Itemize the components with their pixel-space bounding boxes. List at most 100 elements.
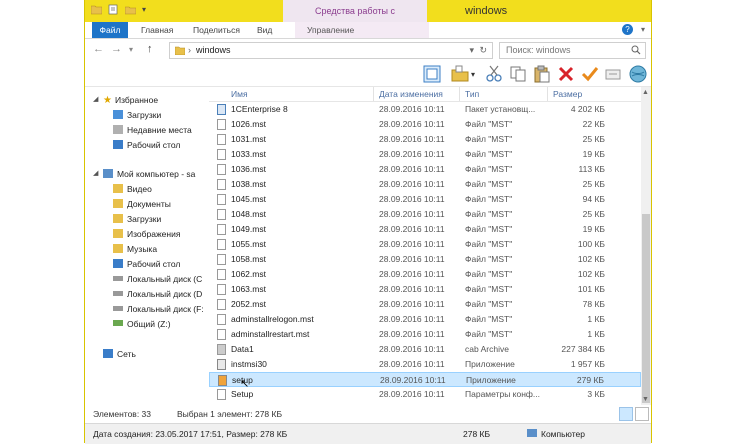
file-date: 28.09.2016 10:11 <box>379 179 445 189</box>
nav-music[interactable]: Музыка <box>113 242 157 256</box>
nav-disk-f[interactable]: Локальный диск (F: <box>113 302 204 316</box>
help-icon[interactable]: ? <box>622 24 633 35</box>
tab-view[interactable]: Вид <box>257 22 272 38</box>
properties-icon[interactable] <box>108 4 119 15</box>
file-row[interactable]: 1031.mst 28.09.2016 10:11 Файл "MST" 25 КБ <box>209 132 641 147</box>
cut-icon[interactable] <box>485 65 503 83</box>
tab-file[interactable]: Файл <box>92 22 128 38</box>
nav-downloads[interactable]: Загрузки <box>113 212 161 226</box>
file-row[interactable]: 1036.mst 28.09.2016 10:11 Файл "MST" 113 КБ <box>209 162 641 177</box>
file-date: 28.09.2016 10:11 <box>379 194 445 204</box>
nav-label: Документы <box>127 199 171 209</box>
scroll-up-icon[interactable]: ▲ <box>642 89 649 96</box>
file-date: 28.09.2016 10:11 <box>379 314 445 324</box>
details-view-button[interactable] <box>619 407 633 421</box>
column-date[interactable]: Дата изменения <box>379 89 443 99</box>
file-icon <box>217 224 226 235</box>
nav-videos[interactable]: Видео <box>113 182 152 196</box>
column-type[interactable]: Тип <box>465 89 479 99</box>
file-name: 2052.mst <box>231 299 266 309</box>
file-size: 1 КБ <box>587 314 605 324</box>
folder-icon[interactable] <box>91 4 102 15</box>
options-dropdown-icon[interactable]: ▾ <box>471 70 475 79</box>
file-name: 1033.mst <box>231 149 266 159</box>
nav-favorites[interactable]: ◢ ★ Избранное <box>93 93 158 107</box>
scrollbar-thumb[interactable] <box>642 214 650 403</box>
delete-icon[interactable] <box>557 65 575 83</box>
address-bar[interactable]: › windows ▾ ↻ <box>169 42 493 59</box>
column-name[interactable]: Имя <box>231 89 248 99</box>
recent-locations-icon[interactable]: ▾ <box>129 45 133 54</box>
file-details: Дата создания: 23.05.2017 17:51, Размер:… <box>93 429 288 439</box>
expand-icon[interactable]: ◢ <box>93 167 98 181</box>
undo-icon[interactable] <box>605 65 623 83</box>
file-row[interactable]: Setup 28.09.2016 10:11 Параметры конф... 3 … <box>209 387 641 402</box>
column-divider[interactable] <box>459 87 460 101</box>
nav-fav-desktop[interactable]: Рабочий стол <box>113 138 180 152</box>
file-row[interactable]: 1033.mst 28.09.2016 10:11 Файл "MST" 19 КБ <box>209 147 641 162</box>
back-icon[interactable]: ← <box>93 43 104 55</box>
file-name: 1CEnterprise 8 <box>231 104 288 114</box>
forward-icon[interactable]: → <box>111 43 122 55</box>
nav-label: Видео <box>127 184 152 194</box>
file-name: 1048.mst <box>231 209 266 219</box>
file-row[interactable]: 2052.mst 28.09.2016 10:11 Файл "MST" 78 КБ <box>209 297 641 312</box>
file-row[interactable]: Data1 28.09.2016 10:11 cab Archive 227 384 … <box>209 342 641 357</box>
copy-icon[interactable] <box>509 65 527 83</box>
rename-check-icon[interactable] <box>581 65 599 83</box>
nav-fav-downloads[interactable]: Загрузки <box>113 108 161 122</box>
file-icon <box>217 164 226 175</box>
file-row[interactable]: 1058.mst 28.09.2016 10:11 Файл "MST" 102 КБ <box>209 252 641 267</box>
file-row[interactable]: 1038.mst 28.09.2016 10:11 Файл "MST" 25 КБ <box>209 177 641 192</box>
explorer-window: ▾ Средства работы с приложениями windows… <box>84 0 652 444</box>
file-row[interactable]: adminstallrelogon.mst 28.09.2016 10:11 Фай… <box>209 312 641 327</box>
paste-icon[interactable] <box>533 65 551 83</box>
nav-fav-recent[interactable]: Недавние места <box>113 123 192 137</box>
expand-ribbon-icon[interactable]: ▾ <box>641 25 645 34</box>
nav-disk-d[interactable]: Локальный диск (D <box>113 287 202 301</box>
nav-pictures[interactable]: Изображения <box>113 227 180 241</box>
file-row[interactable]: 1063.mst 28.09.2016 10:11 Файл "MST" 101 КБ <box>209 282 641 297</box>
vertical-scrollbar[interactable]: ▲ ▼ <box>641 87 651 405</box>
nav-disk-c[interactable]: Локальный диск (C <box>113 272 202 286</box>
tab-share[interactable]: Поделиться <box>193 22 240 38</box>
file-row[interactable]: 1048.mst 28.09.2016 10:11 Файл "MST" 25 КБ <box>209 207 641 222</box>
nav-documents[interactable]: Документы <box>113 197 171 211</box>
file-row[interactable]: 1049.mst 28.09.2016 10:11 Файл "MST" 19 КБ <box>209 222 641 237</box>
file-row[interactable]: 1062.mst 28.09.2016 10:11 Файл "MST" 102 КБ <box>209 267 641 282</box>
scroll-down-icon[interactable]: ▼ <box>642 396 649 403</box>
search-icon[interactable] <box>631 45 641 55</box>
nav-network[interactable]: Сеть <box>103 347 136 361</box>
refresh-icon[interactable]: ↻ <box>479 43 487 58</box>
computer-icon <box>103 169 113 178</box>
nav-desktop[interactable]: Рабочий стол <box>113 257 180 271</box>
breadcrumb[interactable]: windows <box>196 43 231 58</box>
expand-icon[interactable]: ◢ <box>93 93 98 107</box>
tab-manage[interactable]: Управление <box>295 22 429 38</box>
column-divider[interactable] <box>373 87 374 101</box>
up-icon[interactable]: ↑ <box>147 43 153 55</box>
preview-pane-icon[interactable] <box>423 65 441 83</box>
file-row[interactable]: 1055.mst 28.09.2016 10:11 Файл "MST" 100 КБ <box>209 237 641 252</box>
file-icon <box>217 329 226 340</box>
file-row[interactable]: setup 28.09.2016 10:11 Приложение 279 КБ ↖ <box>209 372 641 390</box>
column-size[interactable]: Размер <box>553 89 582 99</box>
desktop-icon <box>113 259 123 268</box>
search-input[interactable]: Поиск: windows <box>499 42 646 59</box>
column-divider[interactable] <box>547 87 548 101</box>
file-row[interactable]: 1045.mst 28.09.2016 10:11 Файл "MST" 94 КБ <box>209 192 641 207</box>
globe-icon[interactable] <box>629 65 647 83</box>
new-folder-icon[interactable] <box>125 4 136 15</box>
file-row[interactable]: 1026.mst 28.09.2016 10:11 Файл "MST" 22 КБ <box>209 117 641 132</box>
customize-qat-icon[interactable]: ▾ <box>142 5 146 14</box>
file-row[interactable]: 1CEnterprise 8 28.09.2016 10:11 Пакет уста… <box>209 102 641 117</box>
tab-home[interactable]: Главная <box>141 22 173 38</box>
folder-options-icon[interactable] <box>451 65 469 83</box>
address-dropdown-icon[interactable]: ▾ <box>469 43 474 58</box>
file-row[interactable]: instmsi30 28.09.2016 10:11 Приложение 1 957… <box>209 357 641 372</box>
file-date: 28.09.2016 10:11 <box>379 239 445 249</box>
nav-computer[interactable]: ◢ Мой компьютер - sa <box>93 167 195 181</box>
file-row[interactable]: adminstallrestart.mst 28.09.2016 10:11 Фай… <box>209 327 641 342</box>
nav-shared-z[interactable]: Общий (Z:) <box>113 317 171 331</box>
tiles-view-button[interactable] <box>635 407 649 421</box>
